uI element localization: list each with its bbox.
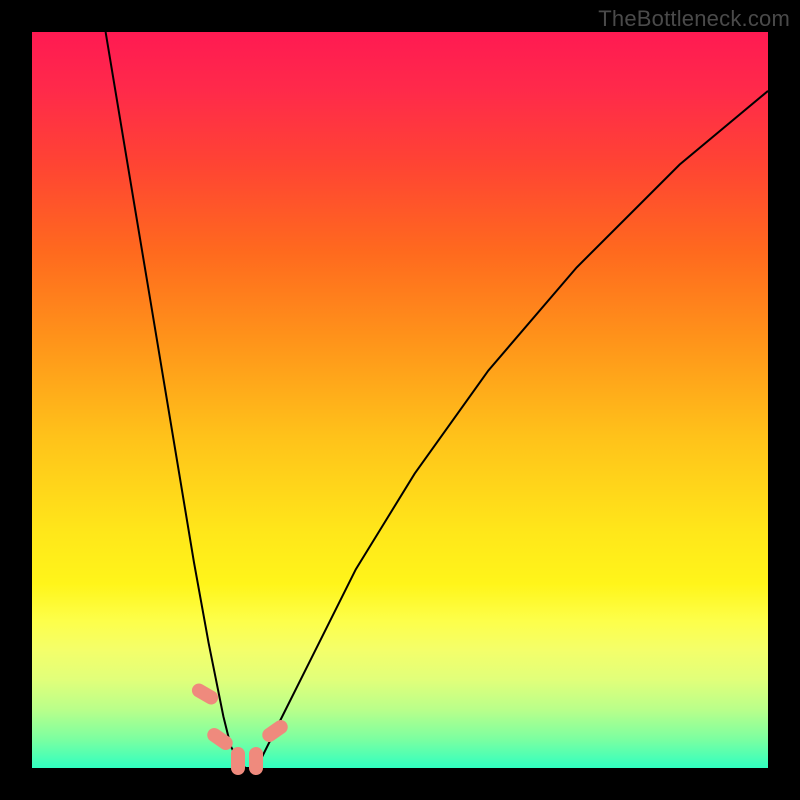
curve-layer — [32, 32, 768, 768]
plot-area — [32, 32, 768, 768]
curve-marker — [231, 747, 245, 775]
bottleneck-curve — [106, 32, 768, 768]
curve-marker — [249, 747, 263, 775]
chart-frame: TheBottleneck.com — [0, 0, 800, 800]
attribution-text: TheBottleneck.com — [598, 6, 790, 32]
